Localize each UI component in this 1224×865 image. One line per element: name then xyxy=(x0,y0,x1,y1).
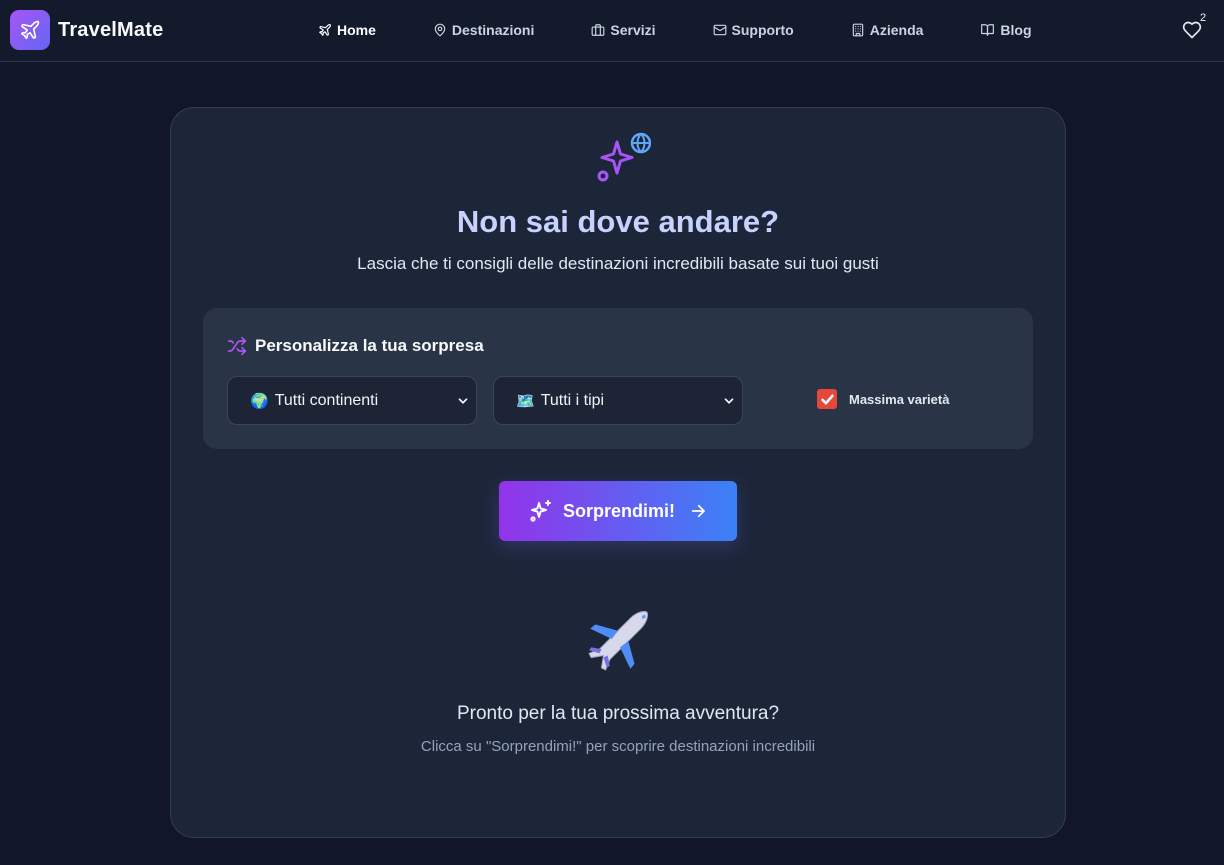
page-subtitle: Lascia che ti consigli delle destinazion… xyxy=(357,254,879,273)
page-title: Non sai dove andare? xyxy=(456,204,780,239)
chevron-down-icon xyxy=(724,398,734,404)
nav-item-label: Destinazioni xyxy=(451,22,535,38)
check-icon xyxy=(820,394,834,404)
brand[interactable]: TravelMate xyxy=(10,10,163,50)
nav-item-blog[interactable]: Blog xyxy=(980,20,1032,40)
surprise-me-label: Sorprendimi! xyxy=(562,500,675,521)
book-open-icon xyxy=(981,24,995,36)
shuffle-icon xyxy=(227,336,247,356)
heart-icon[interactable] xyxy=(1182,20,1202,40)
nav-item-home[interactable]: Home xyxy=(318,20,376,40)
nav-item-label: Servizi xyxy=(610,22,656,38)
map-pin-icon xyxy=(434,23,446,37)
brand-logo-icon xyxy=(10,10,50,50)
briefcase-icon xyxy=(591,24,605,36)
filters-heading: Personalizza la tua sorpresa xyxy=(227,336,484,356)
nav-item-supporto[interactable]: Supporto xyxy=(713,20,794,40)
variety-checkbox[interactable] xyxy=(817,389,837,409)
map-icon: 🗺️ xyxy=(516,392,535,410)
nav-item-servizi[interactable]: Servizi xyxy=(591,20,656,40)
favorites-count-badge: 2 xyxy=(1200,12,1207,24)
brand-name: TravelMate xyxy=(58,18,164,41)
surprise-me-button[interactable]: Sorprendimi! xyxy=(499,481,737,541)
empty-state-hint: Clicca su "Sorprendimi!" per scoprire de… xyxy=(420,738,816,755)
type-select-value: Tutti i tipi xyxy=(540,391,605,409)
arrow-right-icon xyxy=(691,504,705,518)
building-icon xyxy=(852,23,863,37)
sparkles-icon xyxy=(530,500,551,522)
globe-icon: 🌍 xyxy=(250,392,269,410)
plane-icon xyxy=(319,24,331,36)
chevron-down-icon xyxy=(458,398,468,404)
variety-checkbox-label[interactable]: Massima varietà xyxy=(849,392,949,407)
continent-select-value: Tutti continenti xyxy=(274,391,379,409)
continent-select[interactable]: 🌍 Tutti continenti xyxy=(227,376,477,425)
empty-state-title: Pronto per la tua prossima avventura? xyxy=(456,703,780,724)
sparkles-globe-icon xyxy=(597,132,651,182)
nav-item-label: Azienda xyxy=(869,22,924,38)
nav-item-azienda[interactable]: Azienda xyxy=(851,20,924,40)
type-select[interactable]: 🗺️ Tutti i tipi xyxy=(493,376,743,425)
nav-item-label: Home xyxy=(337,22,376,38)
top-navbar: TravelMate Home Destinazioni Servizi Sup… xyxy=(0,0,1224,62)
filters-heading-label: Personalizza la tua sorpresa xyxy=(255,336,484,355)
nav-item-label: Supporto xyxy=(731,22,794,38)
mail-icon xyxy=(713,24,726,36)
nav-item-label: Blog xyxy=(1000,22,1032,38)
filters-panel: Personalizza la tua sorpresa 🌍 Tutti con… xyxy=(203,308,1033,449)
surprise-card: Non sai dove andare? Lascia che ti consi… xyxy=(170,107,1066,838)
nav-item-destinazioni[interactable]: Destinazioni xyxy=(433,20,534,40)
airplane-illustration-icon xyxy=(588,611,648,671)
nav-links: Home Destinazioni Servizi Supporto Azien… xyxy=(318,20,1032,40)
